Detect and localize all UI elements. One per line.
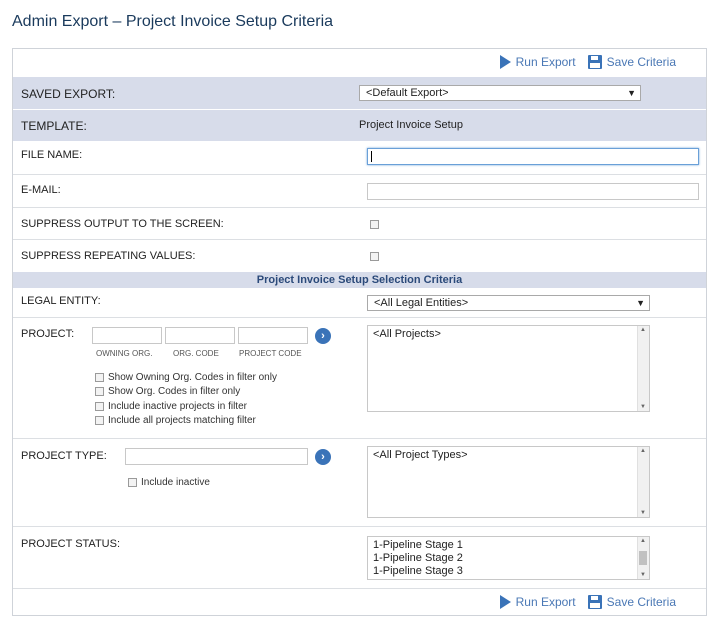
file-name-row: FILE NAME: bbox=[13, 142, 706, 175]
option-include-all-matching[interactable]: Include all projects matching filter bbox=[95, 415, 256, 426]
project-type-go-button[interactable]: › bbox=[315, 449, 331, 465]
chevron-right-icon: › bbox=[321, 451, 325, 463]
play-icon bbox=[499, 55, 511, 69]
scroll-up-icon[interactable]: ▲ bbox=[640, 327, 646, 333]
list-item[interactable]: 1-Pipeline Stage 1 bbox=[373, 539, 649, 552]
list-item[interactable]: 1-Pipeline Stage 2 bbox=[373, 552, 649, 565]
option-include-inactive[interactable]: Include inactive projects in filter bbox=[95, 401, 247, 412]
top-toolbar: Run Export Save Criteria bbox=[499, 52, 676, 72]
bottom-toolbar: Run Export Save Criteria bbox=[499, 592, 676, 612]
run-export-button[interactable]: Run Export bbox=[499, 55, 576, 69]
scroll-down-icon[interactable]: ▼ bbox=[640, 572, 646, 578]
project-listbox[interactable]: <All Projects> ▲ ▼ bbox=[367, 325, 650, 412]
project-type-row: PROJECT TYPE: › Include inactive <All Pr… bbox=[13, 439, 706, 527]
checkbox[interactable] bbox=[95, 387, 104, 396]
suppress-output-checkbox[interactable] bbox=[370, 220, 379, 229]
dropdown-arrow-icon: ▼ bbox=[627, 88, 636, 98]
suppress-output-label: SUPPRESS OUTPUT TO THE SCREEN: bbox=[21, 218, 224, 230]
chevron-right-icon: › bbox=[321, 330, 325, 342]
legal-entity-value: <All Legal Entities> bbox=[374, 297, 469, 309]
project-status-label: PROJECT STATUS: bbox=[21, 538, 121, 550]
project-code-caption: PROJECT CODE bbox=[239, 349, 302, 358]
scroll-up-icon[interactable]: ▲ bbox=[640, 538, 646, 544]
selection-criteria-header: Project Invoice Setup Selection Criteria bbox=[13, 272, 706, 288]
email-label: E-MAIL: bbox=[21, 184, 61, 196]
list-item[interactable]: <All Projects> bbox=[373, 328, 649, 341]
template-row: TEMPLATE: Project Invoice Setup bbox=[13, 110, 706, 142]
play-icon bbox=[499, 595, 511, 609]
dropdown-arrow-icon: ▼ bbox=[636, 298, 645, 308]
scroll-down-icon[interactable]: ▼ bbox=[640, 510, 646, 516]
option-label: Show Org. Codes in filter only bbox=[108, 386, 241, 397]
project-row: PROJECT: OWNING ORG. ORG. CODE PROJECT C… bbox=[13, 318, 706, 439]
checkbox[interactable] bbox=[95, 416, 104, 425]
save-criteria-label: Save Criteria bbox=[606, 55, 676, 69]
text-cursor bbox=[371, 151, 372, 162]
scrollbar[interactable]: ▲ ▼ bbox=[637, 537, 649, 579]
saved-export-label: SAVED EXPORT: bbox=[21, 87, 116, 101]
save-criteria-button[interactable]: Save Criteria bbox=[587, 55, 676, 69]
email-row: E-MAIL: bbox=[13, 175, 706, 208]
saved-export-value: <Default Export> bbox=[366, 87, 449, 99]
suppress-repeating-label: SUPPRESS REPEATING VALUES: bbox=[21, 250, 196, 262]
template-label: TEMPLATE: bbox=[21, 119, 87, 133]
project-type-listbox[interactable]: <All Project Types> ▲ ▼ bbox=[367, 446, 650, 518]
save-criteria-button[interactable]: Save Criteria bbox=[587, 595, 676, 609]
list-item[interactable]: <All Project Types> bbox=[373, 449, 649, 462]
run-export-label: Run Export bbox=[515, 595, 576, 609]
project-type-label: PROJECT TYPE: bbox=[21, 450, 107, 462]
suppress-repeating-checkbox[interactable] bbox=[370, 252, 379, 261]
project-status-listbox[interactable]: 1-Pipeline Stage 1 1-Pipeline Stage 2 1-… bbox=[367, 536, 650, 580]
scrollbar[interactable]: ▲ ▼ bbox=[637, 326, 649, 411]
option-show-org-codes[interactable]: Show Org. Codes in filter only bbox=[95, 386, 240, 397]
project-status-row: PROJECT STATUS: 1-Pipeline Stage 1 1-Pip… bbox=[13, 527, 706, 589]
disk-icon bbox=[587, 55, 602, 69]
owning-org-input[interactable] bbox=[92, 327, 162, 344]
option-label: Include inactive projects in filter bbox=[108, 401, 247, 412]
suppress-repeating-row: SUPPRESS REPEATING VALUES: bbox=[13, 240, 706, 272]
saved-export-row: SAVED EXPORT: <Default Export> ▼ bbox=[13, 77, 706, 110]
run-export-button[interactable]: Run Export bbox=[499, 595, 576, 609]
saved-export-select[interactable]: <Default Export> ▼ bbox=[359, 85, 641, 101]
suppress-output-row: SUPPRESS OUTPUT TO THE SCREEN: bbox=[13, 208, 706, 240]
checkbox[interactable] bbox=[95, 402, 104, 411]
template-value: Project Invoice Setup bbox=[359, 119, 463, 131]
checkbox[interactable] bbox=[128, 478, 137, 487]
disk-icon bbox=[587, 595, 602, 609]
project-type-filter-input[interactable] bbox=[125, 448, 308, 465]
scrollbar[interactable]: ▲ ▼ bbox=[637, 447, 649, 517]
legal-entity-select[interactable]: <All Legal Entities> ▼ bbox=[367, 295, 650, 311]
project-type-include-inactive[interactable]: Include inactive bbox=[128, 477, 210, 488]
scroll-down-icon[interactable]: ▼ bbox=[640, 404, 646, 410]
email-input[interactable] bbox=[367, 183, 699, 200]
page-title: Admin Export – Project Invoice Setup Cri… bbox=[12, 13, 334, 30]
owning-org-caption: OWNING ORG. bbox=[96, 349, 153, 358]
checkbox[interactable] bbox=[95, 373, 104, 382]
org-code-caption: ORG. CODE bbox=[173, 349, 219, 358]
option-label: Show Owning Org. Codes in filter only bbox=[108, 372, 277, 383]
option-label: Include all projects matching filter bbox=[108, 415, 256, 426]
file-name-input[interactable] bbox=[367, 148, 699, 165]
save-criteria-label: Save Criteria bbox=[606, 595, 676, 609]
project-label: PROJECT: bbox=[21, 328, 75, 340]
legal-entity-label: LEGAL ENTITY: bbox=[21, 295, 101, 307]
run-export-label: Run Export bbox=[515, 55, 576, 69]
scroll-thumb[interactable] bbox=[639, 551, 647, 565]
file-name-label: FILE NAME: bbox=[21, 149, 83, 161]
project-code-input[interactable] bbox=[238, 327, 308, 344]
list-item[interactable]: 1-Pipeline Stage 3 bbox=[373, 565, 649, 578]
project-filter-go-button[interactable]: › bbox=[315, 328, 331, 344]
option-show-owning-org[interactable]: Show Owning Org. Codes in filter only bbox=[95, 372, 277, 383]
scroll-up-icon[interactable]: ▲ bbox=[640, 448, 646, 454]
option-label: Include inactive bbox=[141, 477, 210, 488]
legal-entity-row: LEGAL ENTITY: <All Legal Entities> ▼ bbox=[13, 288, 706, 318]
org-code-input[interactable] bbox=[165, 327, 235, 344]
